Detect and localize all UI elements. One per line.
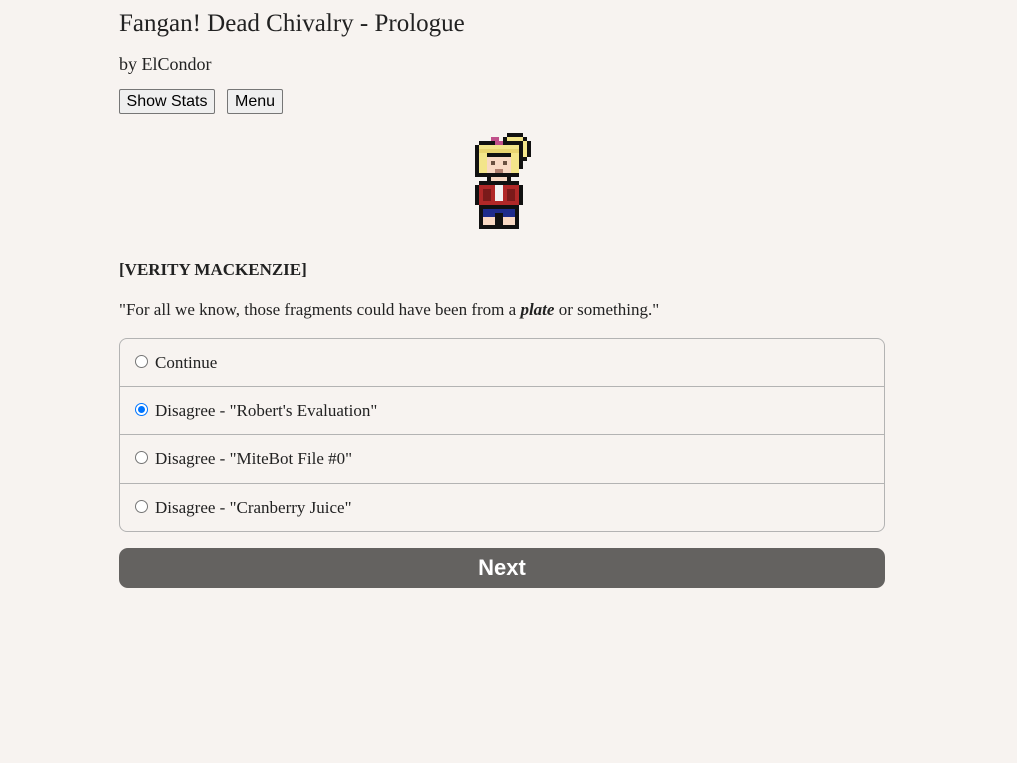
dialogue-text-end: or something." bbox=[554, 300, 660, 319]
speaker-name: [VERITY MACKENZIE] bbox=[119, 260, 307, 279]
choice-label: Disagree - "Robert's Evaluation" bbox=[155, 401, 378, 420]
choice-disagree-mitebot-file[interactable]: Disagree - "MiteBot File #0" bbox=[120, 434, 884, 483]
choice-label: Disagree - "Cranberry Juice" bbox=[155, 498, 352, 517]
radio-button[interactable] bbox=[135, 355, 148, 368]
choice-disagree-cranberry-juice[interactable]: Disagree - "Cranberry Juice" bbox=[120, 483, 884, 531]
choice-list: Continue Disagree - "Robert's Evaluation… bbox=[119, 338, 885, 532]
radio-button[interactable] bbox=[135, 451, 148, 464]
next-button[interactable]: Next bbox=[119, 548, 885, 588]
dialogue-text: "For all we know, those fragments could … bbox=[119, 299, 659, 321]
choice-label: Continue bbox=[155, 353, 218, 372]
radio-button-selected[interactable] bbox=[135, 403, 148, 416]
story-title: Fangan! Dead Chivalry - Prologue bbox=[119, 10, 465, 37]
show-stats-button[interactable]: Show Stats bbox=[119, 89, 215, 114]
choice-disagree-roberts-evaluation[interactable]: Disagree - "Robert's Evaluation" bbox=[120, 386, 884, 435]
character-sprite bbox=[475, 133, 531, 229]
dialogue-emphasis: plate bbox=[520, 300, 555, 319]
menu-button[interactable]: Menu bbox=[227, 89, 283, 114]
radio-button[interactable] bbox=[135, 500, 148, 513]
dialogue-text-start: "For all we know, those fragments could … bbox=[119, 300, 521, 319]
choice-label: Disagree - "MiteBot File #0" bbox=[155, 449, 353, 468]
choice-continue[interactable]: Continue bbox=[120, 339, 884, 387]
story-author: by ElCondor bbox=[119, 54, 212, 74]
